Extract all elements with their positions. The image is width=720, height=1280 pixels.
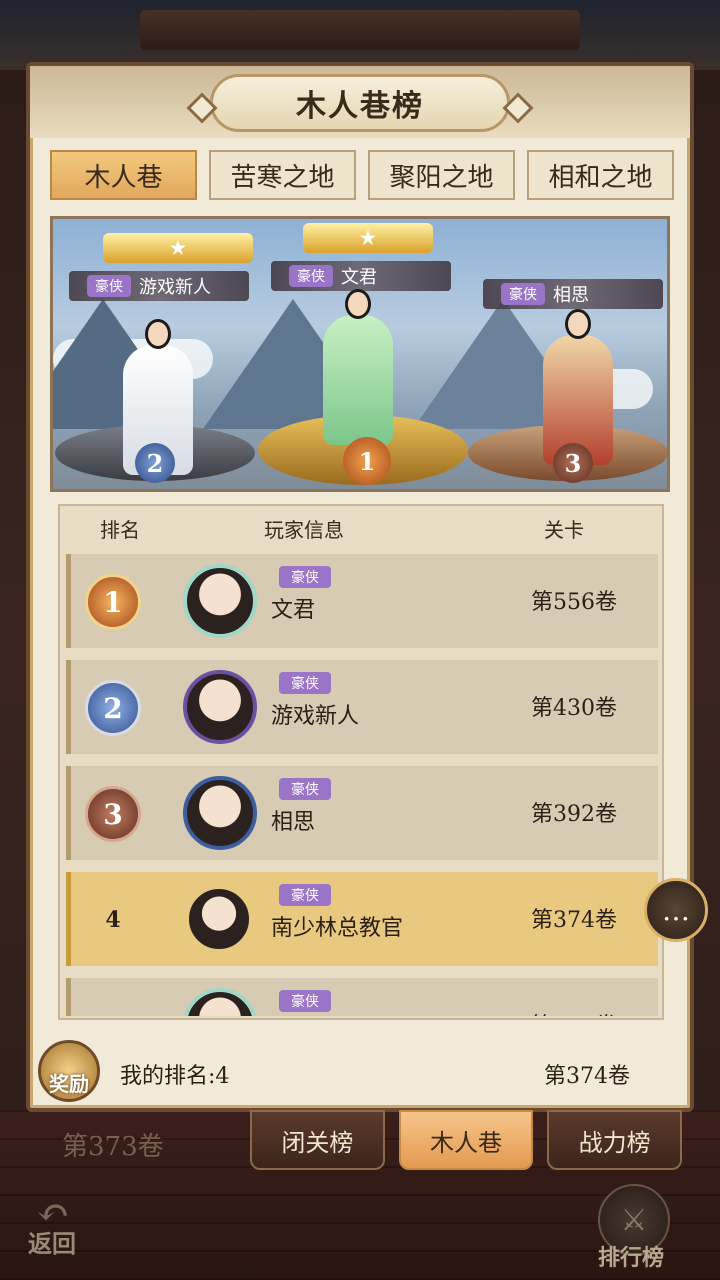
- table-row[interactable]: 1 豪侠 文君 第556卷: [66, 554, 658, 648]
- tab-power-rank[interactable]: 战力榜: [547, 1110, 683, 1170]
- gold-medal-icon: 1: [85, 574, 141, 630]
- back-label: 返回: [28, 1229, 76, 1258]
- table-row[interactable]: 5 豪侠 第373卷: [66, 978, 658, 1016]
- podium-third-name: 相思: [553, 285, 589, 306]
- podium-second-tag: 豪侠 游戏新人: [69, 271, 249, 301]
- title-badge: 豪侠: [289, 265, 333, 287]
- avatar[interactable]: [183, 670, 257, 744]
- title-badge: 豪侠: [87, 275, 131, 297]
- champion-crown-icon: ★: [103, 233, 253, 263]
- rank-medal-icon: 2: [135, 443, 175, 483]
- tab-biguan-rank[interactable]: 闭关榜: [250, 1110, 385, 1170]
- tab-muren-xiang[interactable]: 木人巷: [50, 150, 197, 200]
- player-stage: 第373卷: [531, 1008, 617, 1016]
- avatar[interactable]: [189, 889, 249, 949]
- title-badge: 豪侠: [501, 283, 545, 305]
- panel-title: 木人巷榜: [210, 74, 510, 132]
- leaderboard-label: 排行榜: [598, 1245, 665, 1271]
- reward-label: 奖励: [49, 1072, 89, 1096]
- leaderboard-panel: 木人巷榜 木人巷 苦寒之地 聚阳之地 相和之地 ★ ★ 豪侠 游戏新人 豪侠 文…: [26, 62, 694, 1112]
- rank-medal-icon: 1: [343, 437, 391, 485]
- title-badge: 豪侠: [279, 566, 331, 588]
- tab-xianghe[interactable]: 相和之地: [527, 150, 674, 200]
- background-stage-text: 第373卷: [62, 1132, 164, 1162]
- my-rank-text: 我的排名:4: [120, 1064, 230, 1089]
- avatar[interactable]: [183, 988, 257, 1016]
- list-header: 排名 玩家信息 关卡: [60, 506, 662, 550]
- reward-chest-icon[interactable]: 奖励: [38, 1040, 100, 1102]
- player-stage: 第392卷: [531, 802, 617, 827]
- title-badge: 豪侠: [279, 778, 331, 800]
- player-stage: 第430卷: [531, 696, 617, 721]
- podium-first-name: 文君: [341, 267, 377, 288]
- title-badge: 豪侠: [279, 884, 331, 906]
- silver-medal-icon: 2: [85, 680, 141, 736]
- player-name: 相思: [271, 810, 316, 835]
- background-roof: [0, 0, 720, 70]
- player-stage: 第374卷: [531, 908, 617, 933]
- back-button[interactable]: ↶ 返回: [22, 1190, 102, 1260]
- my-rank-bar: 奖励 我的排名:4 第374卷: [30, 1032, 690, 1110]
- podium-third-tag: 豪侠 相思: [483, 279, 663, 309]
- table-row[interactable]: 3 豪侠 相思 第392卷: [66, 766, 658, 860]
- avatar[interactable]: [183, 564, 257, 638]
- table-row-self[interactable]: 4 豪侠 南少林总教官 第374卷: [66, 872, 658, 966]
- tab-juyang[interactable]: 聚阳之地: [368, 150, 515, 200]
- player-stage: 第556卷: [531, 590, 617, 615]
- player-name: 南少林总教官: [271, 916, 404, 941]
- header-player-info: 玩家信息: [264, 517, 344, 542]
- roof-beam: [140, 10, 580, 50]
- title-badge: 豪侠: [279, 672, 331, 694]
- tab-kuhan[interactable]: 苦寒之地: [209, 150, 356, 200]
- player-name: 文君: [271, 598, 316, 623]
- tab-muren-rank[interactable]: 木人巷: [398, 1110, 534, 1170]
- podium-first-tag: 豪侠 文君: [271, 261, 451, 291]
- chat-bubble-icon[interactable]: …: [644, 878, 708, 942]
- my-stage-text: 第374卷: [544, 1064, 630, 1089]
- list-body[interactable]: 1 豪侠 文君 第556卷 2 豪侠 游戏新人 第430卷 3 豪侠 相思 第3…: [66, 550, 658, 1016]
- title-badge: 豪侠: [279, 990, 331, 1012]
- rank-number: 5: [85, 998, 141, 1016]
- champion-crown-icon: ★: [303, 223, 433, 253]
- header-rank: 排名: [100, 517, 140, 542]
- podium-banner: ★ ★ 豪侠 游戏新人 豪侠 文君 豪侠 相思 2 1 3: [50, 216, 670, 492]
- table-row[interactable]: 2 豪侠 游戏新人 第430卷: [66, 660, 658, 754]
- bronze-medal-icon: 3: [85, 786, 141, 842]
- panel-header: 木人巷榜: [30, 66, 690, 138]
- rank-number: 4: [105, 907, 121, 933]
- rank-medal-icon: 3: [553, 443, 593, 483]
- region-tabs: 木人巷 苦寒之地 聚阳之地 相和之地: [50, 150, 674, 200]
- player-character-first[interactable]: [323, 289, 393, 445]
- ranking-list: 排名 玩家信息 关卡 1 豪侠 文君 第556卷 2 豪侠 游戏新人 第430卷…: [58, 504, 664, 1020]
- podium-second-name: 游戏新人: [139, 277, 211, 298]
- avatar[interactable]: [183, 776, 257, 850]
- bottom-tabs: 闭关榜 木人巷 战力榜: [250, 1110, 683, 1174]
- player-name: 游戏新人: [271, 704, 360, 729]
- header-stage: 关卡: [544, 517, 584, 542]
- leaderboard-button[interactable]: ⚔ 排行榜: [592, 1184, 682, 1274]
